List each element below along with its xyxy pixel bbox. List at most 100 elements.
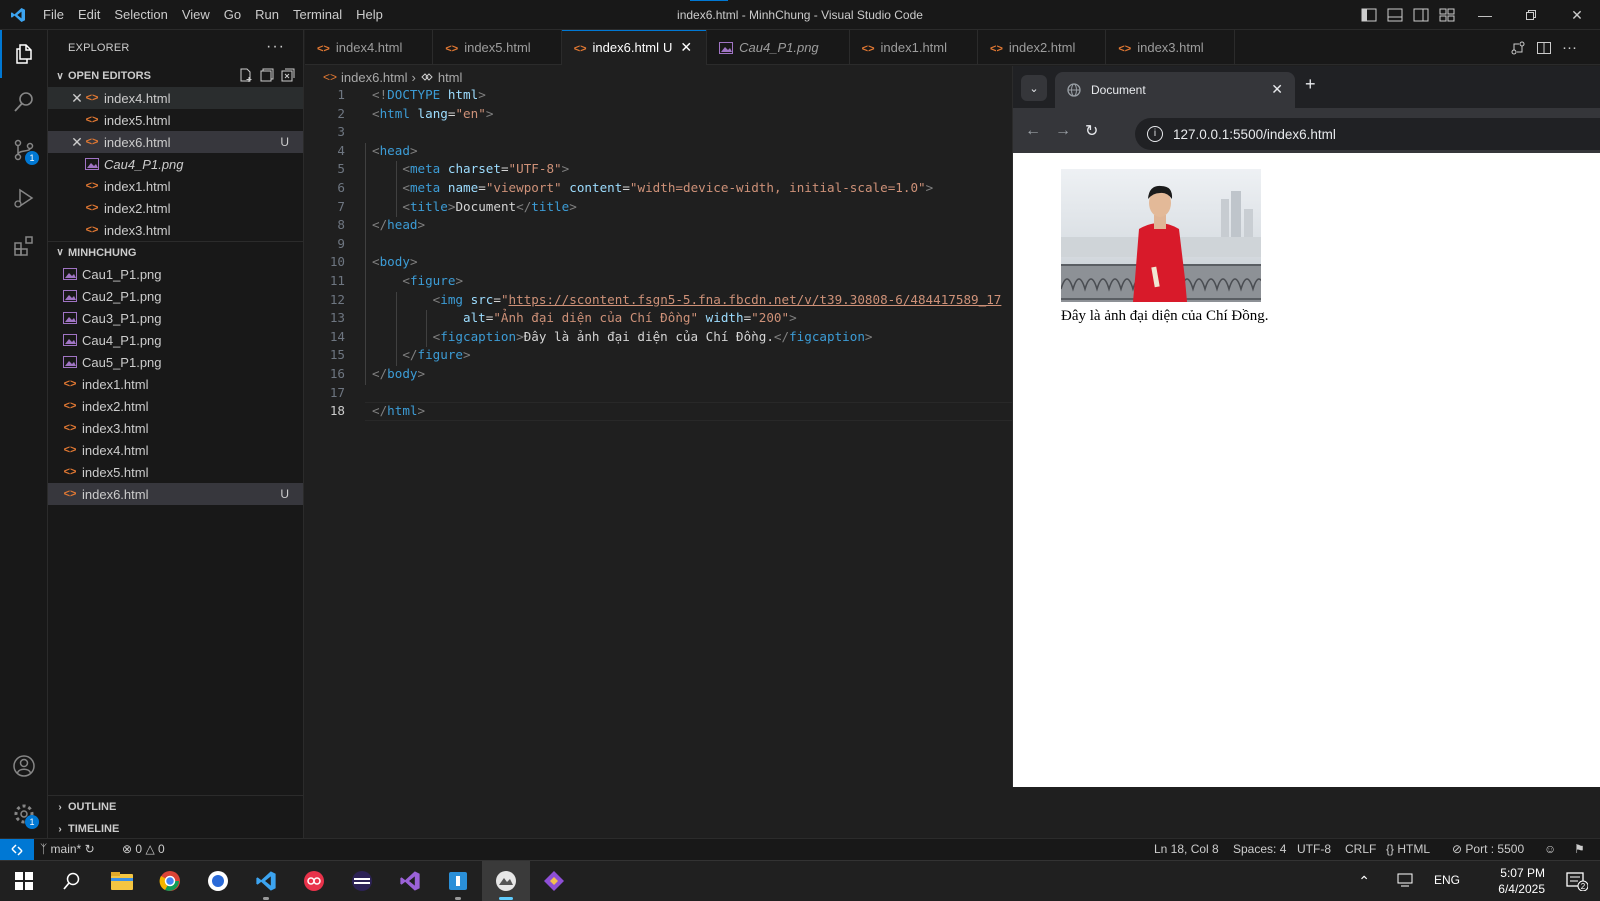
close-all-editors-icon[interactable] — [281, 68, 295, 82]
file-tree-item[interactable]: <> index5.html — [48, 461, 303, 483]
file-tree-item[interactable]: Cau3_P1.png — [48, 307, 303, 329]
language-mode[interactable]: {} HTML — [1386, 839, 1430, 860]
file-tree-item[interactable]: Cau4_P1.png — [48, 329, 303, 351]
outline-section[interactable]: › OUTLINE — [48, 796, 304, 818]
close-icon[interactable]: ✕ — [70, 134, 84, 151]
open-editor-item[interactable]: ✕ <> index6.html U — [48, 131, 303, 153]
search-icon[interactable] — [0, 78, 48, 126]
editor-tab[interactable]: <> index4.html — [305, 30, 434, 65]
toggle-primary-sidebar-icon[interactable] — [1360, 6, 1378, 24]
file-tree-item[interactable]: <> index2.html — [48, 395, 303, 417]
notifications-bell-icon[interactable]: ⚑ — [1574, 839, 1585, 860]
app-blue-icon[interactable] — [434, 861, 482, 901]
file-tree-item[interactable]: Cau2_P1.png — [48, 285, 303, 307]
forward-arrow-icon[interactable]: → — [1055, 122, 1071, 140]
eclipse-icon[interactable] — [338, 861, 386, 901]
open-editor-item[interactable]: <> index3.html — [48, 219, 303, 241]
menu-run[interactable]: Run — [248, 0, 286, 30]
new-untitled-file-icon[interactable] — [239, 68, 253, 82]
menu-terminal[interactable]: Terminal — [286, 0, 349, 30]
explorer-icon[interactable] — [0, 30, 48, 78]
toggle-panel-icon[interactable] — [1386, 6, 1404, 24]
editor-tab[interactable]: <> index3.html — [1106, 30, 1235, 65]
manage-gear-icon[interactable]: 1 — [0, 790, 48, 838]
menu-selection[interactable]: Selection — [107, 0, 174, 30]
back-arrow-icon[interactable]: ← — [1025, 122, 1041, 140]
visual-studio-icon[interactable] — [386, 861, 434, 901]
editor-tab[interactable]: <> index2.html — [978, 30, 1107, 65]
file-tree-item[interactable]: Cau5_P1.png — [48, 351, 303, 373]
file-tree-item[interactable]: <> index3.html — [48, 417, 303, 439]
open-editor-item[interactable]: <> index5.html — [48, 109, 303, 131]
site-info-icon[interactable]: i — [1147, 126, 1163, 142]
network-icon[interactable] — [1397, 872, 1415, 888]
accounts-icon[interactable] — [0, 742, 48, 790]
run-debug-icon[interactable] — [0, 174, 48, 222]
toggle-secondary-sidebar-icon[interactable] — [1412, 6, 1430, 24]
language-indicator[interactable]: ENG — [1434, 873, 1460, 887]
notification-center-icon[interactable]: 2 — [1566, 871, 1588, 891]
feedback-icon[interactable]: ☺ — [1544, 839, 1556, 860]
open-editor-item[interactable]: <> index2.html — [48, 197, 303, 219]
restore-icon[interactable] — [1508, 0, 1554, 30]
more-actions-icon[interactable]: ··· — [266, 38, 285, 56]
problems-indicator[interactable]: ⊗ 0 △ 0 — [122, 839, 165, 860]
tab-search-chevron-icon[interactable]: ⌄ — [1021, 75, 1047, 101]
snipping-tool-icon[interactable] — [482, 861, 530, 901]
menu-file[interactable]: File — [36, 0, 71, 30]
address-bar[interactable]: i 127.0.0.1:5500/index6.html — [1135, 118, 1600, 150]
customize-layout-icon[interactable] — [1438, 6, 1456, 24]
sync-icon[interactable]: ↻ — [85, 842, 95, 856]
close-tab-icon[interactable]: ✕ — [680, 39, 692, 56]
file-tree-item[interactable]: Cau1_P1.png — [48, 263, 303, 285]
windows-start-icon[interactable] — [0, 861, 48, 901]
timeline-section[interactable]: › TIMELINE — [48, 818, 304, 840]
open-editor-item[interactable]: Cau4_P1.png — [48, 153, 303, 175]
source-control-icon[interactable]: 1 — [0, 126, 48, 174]
open-editors-section[interactable]: ∨ OPEN EDITORS — [48, 65, 303, 87]
save-all-icon[interactable] — [260, 68, 274, 82]
file-tree-item[interactable]: <> index4.html — [48, 439, 303, 461]
file-tree-item[interactable]: <> index6.html U — [48, 483, 303, 505]
encoding[interactable]: UTF-8 — [1297, 839, 1331, 860]
git-app-icon[interactable] — [530, 861, 578, 901]
vscode-taskbar-icon[interactable] — [242, 861, 290, 901]
reload-icon[interactable]: ↻ — [1085, 121, 1098, 141]
taskbar-search-icon[interactable] — [48, 861, 96, 901]
file-explorer-icon[interactable] — [98, 861, 146, 901]
folder-section[interactable]: ∨ MINHCHUNG — [48, 241, 303, 263]
close-icon[interactable]: ✕ — [70, 90, 84, 107]
breadcrumb-file[interactable]: index6.html — [341, 70, 407, 85]
app-red-icon[interactable] — [290, 861, 338, 901]
split-editor-icon[interactable] — [1536, 40, 1552, 56]
more-actions-icon[interactable]: ··· — [1562, 39, 1577, 56]
file-tree-item[interactable]: <> index1.html — [48, 373, 303, 395]
menu-edit[interactable]: Edit — [71, 0, 107, 30]
new-tab-icon[interactable]: + — [1305, 74, 1316, 95]
browser-tab[interactable]: Document ✕ — [1055, 72, 1295, 108]
close-tab-icon[interactable]: ✕ — [1271, 81, 1283, 98]
breadcrumb-symbol[interactable]: html — [438, 70, 463, 85]
clock[interactable]: 5:07 PM 6/4/2025 — [1498, 865, 1545, 897]
indentation[interactable]: Spaces: 4 — [1233, 839, 1286, 860]
open-changes-icon[interactable] — [1510, 40, 1526, 56]
chrome-icon[interactable] — [146, 861, 194, 901]
menu-view[interactable]: View — [175, 0, 217, 30]
chevron-up-icon[interactable]: ⌃ — [1358, 873, 1370, 890]
editor-tab[interactable]: <> index1.html — [850, 30, 979, 65]
eol[interactable]: CRLF — [1345, 839, 1376, 860]
minimize-icon[interactable]: — — [1462, 0, 1508, 30]
editor-tab[interactable]: <> index6.html U ✕ — [561, 30, 708, 65]
open-editor-item[interactable]: <> index1.html — [48, 175, 303, 197]
cursor-position[interactable]: Ln 18, Col 8 — [1154, 839, 1219, 860]
editor-tab[interactable]: Cau4_P1.png — [707, 30, 850, 65]
extensions-icon[interactable] — [0, 222, 48, 270]
branch-indicator[interactable]: ᛉ main* ↻ — [40, 839, 95, 860]
app-icon[interactable] — [194, 861, 242, 901]
remote-indicator-icon[interactable] — [0, 839, 34, 861]
editor-tab[interactable]: <> index5.html — [433, 30, 562, 65]
open-editor-item[interactable]: ✕ <> index4.html — [48, 87, 303, 109]
code-editor[interactable]: 1 <!DOCTYPE html> 2 <html lang="en"> 3 4 <head… — [305, 87, 1012, 822]
live-server-port[interactable]: ⊘ Port : 5500 — [1452, 839, 1524, 860]
close-window-icon[interactable]: ✕ — [1554, 0, 1600, 30]
